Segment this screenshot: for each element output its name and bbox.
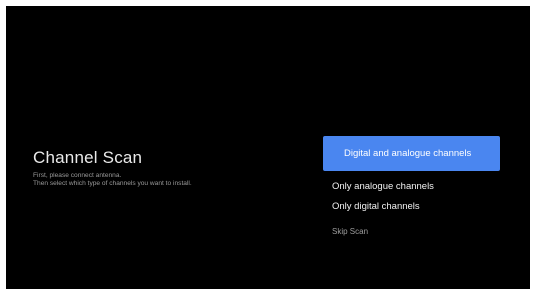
option-skip-scan[interactable]: Skip Scan [323, 219, 500, 243]
tv-screen: Channel Scan First, please connect anten… [6, 6, 530, 289]
option-digital-and-analogue[interactable]: Digital and analogue channels [323, 136, 500, 171]
option-only-digital[interactable]: Only digital channels [323, 194, 500, 218]
page-title: Channel Scan [33, 148, 143, 167]
instruction-line-2: Then select which type of channels you w… [33, 180, 192, 187]
instruction-line-1: First, please connect antenna. [33, 172, 122, 179]
instructions: First, please connect antenna. Then sele… [33, 172, 192, 188]
